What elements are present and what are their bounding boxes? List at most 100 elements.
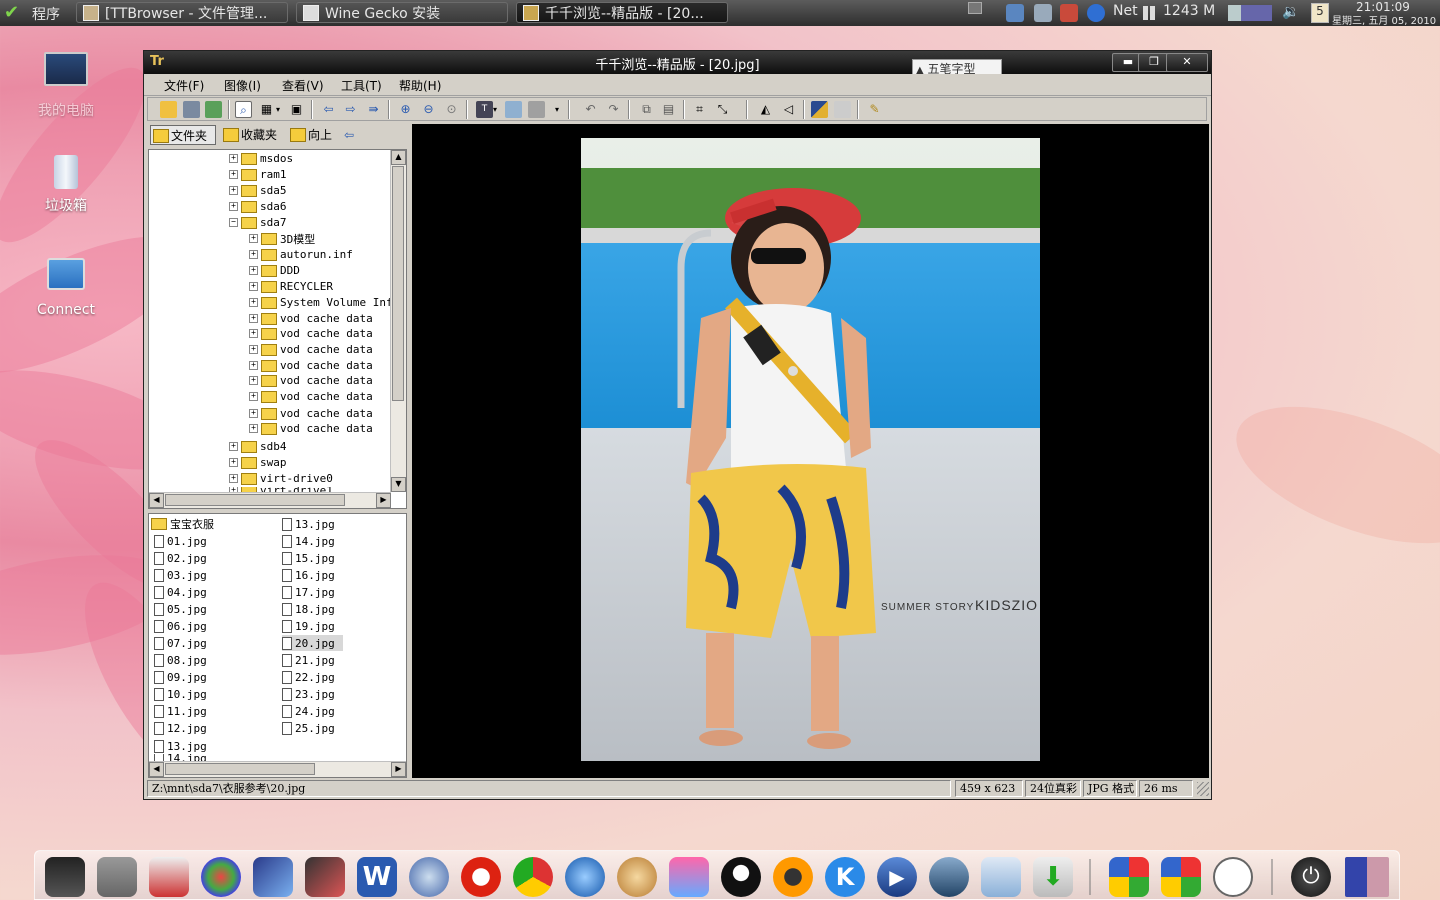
desktop-icon-connect[interactable]: Connect <box>21 258 111 318</box>
file-item[interactable]: 10.jpg <box>154 686 207 702</box>
browse-mode-icon[interactable]: ⌕ <box>235 101 252 118</box>
monitor-icon[interactable] <box>1006 4 1024 22</box>
app-menu-icon[interactable]: ✔ <box>4 2 19 23</box>
tree-node[interactable]: + autorun.inf <box>249 247 353 262</box>
effects-icon[interactable] <box>834 101 851 118</box>
download-icon[interactable]: ⬇ <box>1033 857 1073 897</box>
pet-icon[interactable] <box>617 857 657 897</box>
workspace-pager-icon[interactable] <box>1345 857 1389 897</box>
more-arrow-icon[interactable]: ▾ <box>553 101 561 118</box>
file-item[interactable]: 01.jpg <box>154 533 207 549</box>
undo-icon[interactable]: ↶ <box>582 101 599 118</box>
close-button[interactable]: ✕ <box>1166 53 1208 72</box>
tree-node[interactable]: + RECYCLER <box>249 279 333 294</box>
ie-icon[interactable] <box>565 857 605 897</box>
menu-view[interactable]: 查看(V) <box>282 77 324 94</box>
folder-tree[interactable]: + msdos + ram1 + sda5 + sda6 − sda7 +3D模型 + au… <box>148 149 407 509</box>
image-viewer[interactable]: SUMMER STORY KIDSZIO <box>412 124 1209 778</box>
copy-icon[interactable]: ⧉ <box>638 101 655 118</box>
tree-node[interactable]: + DDD <box>249 263 300 278</box>
kugou-icon[interactable]: K <box>825 857 865 897</box>
file-item[interactable]: 23.jpg <box>282 686 335 702</box>
file-item[interactable]: 21.jpg <box>282 652 335 668</box>
flip-horizontal-icon[interactable]: ◭ <box>757 101 774 118</box>
file-item-selected[interactable]: 20.jpg <box>282 635 343 651</box>
file-item[interactable]: 16.jpg <box>282 567 335 583</box>
scroll-thumb[interactable] <box>392 166 404 401</box>
file-item[interactable]: 06.jpg <box>154 618 207 634</box>
folder-item[interactable]: 宝宝衣服 <box>151 516 214 532</box>
scroll-thumb[interactable] <box>165 494 345 506</box>
tree-node[interactable]: + msdos <box>229 151 293 166</box>
file-item[interactable]: 13.jpg <box>154 738 207 754</box>
open-icon[interactable] <box>160 101 177 118</box>
filelist-horizontal-scrollbar[interactable]: ◀ ▶ <box>149 761 406 777</box>
windows-flag-icon[interactable] <box>1161 857 1201 897</box>
file-item[interactable]: 11.jpg <box>154 703 207 719</box>
batch-icon[interactable]: ✎ <box>866 101 883 118</box>
properties-icon[interactable] <box>528 101 545 118</box>
dropdown-arrow-icon[interactable]: ▾ <box>274 101 282 118</box>
file-item[interactable]: 14.jpg <box>282 533 335 549</box>
zoom-in-icon[interactable]: ⊕ <box>397 101 414 118</box>
tree-node[interactable]: + ram1 <box>229 167 287 182</box>
music-icon[interactable] <box>773 857 813 897</box>
zoom-out-icon[interactable]: ⊖ <box>420 101 437 118</box>
set-wallpaper-icon[interactable] <box>505 101 522 118</box>
volume-icon[interactable]: 🔉 <box>1282 4 1299 20</box>
graphics-icon[interactable] <box>253 857 293 897</box>
home-folder-icon[interactable] <box>981 857 1021 897</box>
chrome-icon[interactable] <box>513 857 553 897</box>
desktop-icon-trash[interactable]: 垃圾箱 <box>21 155 111 215</box>
back-button[interactable]: ⇦ <box>340 125 362 145</box>
workspace-switcher[interactable]: 5 <box>1311 3 1329 23</box>
tree-node[interactable]: +3D模型 <box>249 231 315 246</box>
file-item[interactable]: 25.jpg <box>282 720 335 736</box>
save-icon[interactable] <box>183 101 200 118</box>
messages-icon[interactable] <box>1213 857 1253 897</box>
fullscreen-icon[interactable]: ▣ <box>288 101 305 118</box>
file-item[interactable]: 13.jpg <box>282 516 335 532</box>
tree-node[interactable]: + sdb4 <box>229 439 287 454</box>
file-item[interactable]: 03.jpg <box>154 567 207 583</box>
tree-node[interactable]: + vod cache data <box>249 406 373 421</box>
contacts-icon[interactable] <box>669 857 709 897</box>
search-icon[interactable] <box>201 857 241 897</box>
network-icon[interactable] <box>1060 4 1078 22</box>
desktop-icon-computer[interactable]: 我的电脑 <box>21 52 111 120</box>
tree-vertical-scrollbar[interactable]: ▲ ▼ <box>390 150 406 492</box>
color-adjust-icon[interactable] <box>811 101 828 118</box>
power-icon[interactable]: ⏻ <box>1291 857 1331 897</box>
show-desktop-icon[interactable] <box>968 2 982 14</box>
rotate-left-icon[interactable]: ◁ <box>780 101 797 118</box>
tab-favorites[interactable]: 收藏夹 <box>221 125 283 145</box>
menu-image[interactable]: 图像(I) <box>224 77 261 94</box>
menu-file[interactable]: 文件(F) <box>164 77 204 94</box>
resize-icon[interactable]: ⤡ <box>714 101 731 118</box>
trash-icon[interactable] <box>1034 4 1052 22</box>
thumbnail-grid-icon[interactable]: ▦ <box>258 101 275 118</box>
tree-horizontal-scrollbar[interactable]: ◀ ▶ <box>149 492 391 508</box>
app-menu-label[interactable]: 程序 <box>32 4 60 24</box>
dropdown-arrow-icon[interactable]: ▾ <box>491 101 499 118</box>
tab-folders[interactable]: 文件夹 <box>150 125 216 145</box>
file-item[interactable]: 04.jpg <box>154 584 207 600</box>
network-globe-icon[interactable] <box>409 857 449 897</box>
tree-node[interactable]: + vod cache data <box>249 389 373 404</box>
tree-node[interactable]: + vod cache data <box>249 358 373 373</box>
power-icon[interactable] <box>1087 4 1105 22</box>
file-item[interactable]: 12.jpg <box>154 720 207 736</box>
camera-icon[interactable] <box>97 857 137 897</box>
next-icon[interactable]: ⇨ <box>342 101 359 118</box>
file-item[interactable]: 18.jpg <box>282 601 335 617</box>
previous-icon[interactable]: ⇦ <box>320 101 337 118</box>
zoom-fit-icon[interactable]: ⊙ <box>443 101 460 118</box>
slideshow-icon[interactable]: ⇛ <box>365 101 382 118</box>
tree-node[interactable]: + vod cache data <box>249 342 373 357</box>
tree-node[interactable]: + vod cache data <box>249 311 373 326</box>
scroll-thumb[interactable] <box>165 763 315 775</box>
file-item[interactable]: 19.jpg <box>282 618 335 634</box>
taskbar-item-wine-gecko[interactable]: Wine Gecko 安装 <box>296 2 508 23</box>
windows-flag-icon[interactable] <box>1109 857 1149 897</box>
file-item[interactable]: 08.jpg <box>154 652 207 668</box>
